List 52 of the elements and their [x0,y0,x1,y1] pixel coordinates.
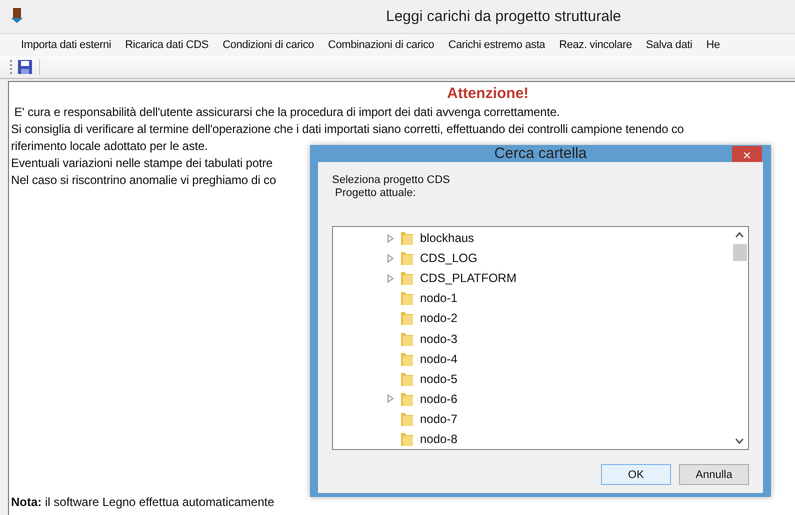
scroll-down-icon[interactable] [735,438,744,444]
expand-arrow-icon[interactable] [387,234,394,243]
folder-name[interactable]: nodo-5 [420,372,458,386]
folder-icon [400,310,414,326]
expand-arrow-icon[interactable] [387,274,394,283]
folder-name[interactable]: nodo-8 [420,432,458,446]
app-icon [11,8,23,24]
note-text: Nota: il software Legno effettua automaticamente [11,495,274,509]
scrollbar-thumb[interactable] [732,244,746,261]
menu-item[interactable]: Importa dati esterni [14,39,118,51]
window-title: Leggi carichi da progetto strutturale [386,8,622,25]
warning-heading: Attenzione! [447,85,529,102]
menu-item[interactable]: Reaz. vincolare [552,39,639,51]
folder-icon [400,330,414,347]
expand-arrow-icon[interactable] [387,394,394,404]
folder-name[interactable]: nodo-7 [420,412,458,426]
menu-item[interactable]: Combinazioni di carico [320,39,442,51]
folder-name[interactable]: nodo-6 [420,392,458,406]
scroll-up-icon[interactable] [735,232,744,238]
folder-icon [400,370,414,387]
folder-icon [400,290,414,306]
prompt-text: Seleziona progetto CDS [332,174,452,187]
warning-text: Si consiglia di verificare al termine dell'operazione che i dati importati siano corretti, effettuando dei controlli campione tenendo co [11,121,684,138]
menu-item[interactable]: Ricarica dati CDS [118,39,216,51]
folder-icon [400,430,414,447]
folder-icon [400,410,414,427]
folder-name[interactable]: nodo-2 [420,311,458,326]
folder-icon [400,270,414,286]
folder-icon [400,390,414,407]
warning-text: E' cura e responsabilità dell'utente assicurarsi che la procedura di import dei dati avvenga correttamente. [13,104,560,121]
folder-name[interactable]: nodo-1 [420,291,458,306]
folder-name[interactable]: blockhaus [420,231,474,246]
menu-item[interactable]: Carichi estremo asta [441,39,552,51]
current-project-label: Progetto attuale: [334,187,417,200]
folder-icon [400,230,414,246]
menu-item[interactable]: Salva dati [638,39,700,51]
dialog-title: Cerca cartella [494,145,587,162]
folder-icon [400,250,414,266]
menu-item[interactable]: Condizioni di carico [216,39,321,51]
save-icon[interactable] [18,60,32,74]
folder-icon [400,350,414,367]
warning-text: riferimento locale adottato per le aste. [11,138,208,155]
folder-name[interactable]: nodo-4 [420,352,458,366]
warning-text: Nel caso si riscontrino anomalie vi preghiamo di co [11,172,276,189]
expand-arrow-icon[interactable] [387,254,394,263]
ok-button[interactable]: OK [601,464,671,485]
warning-text: Eventuali variazioni nelle stampe dei tabulati potre [11,155,273,172]
cancel-button[interactable]: Annulla [679,464,749,485]
folder-name[interactable]: CDS_LOG [420,251,478,266]
menu-item[interactable]: He [699,39,727,51]
folder-name[interactable]: nodo-3 [420,332,458,346]
folder-name[interactable]: CDS_PLATFORM [420,271,516,286]
